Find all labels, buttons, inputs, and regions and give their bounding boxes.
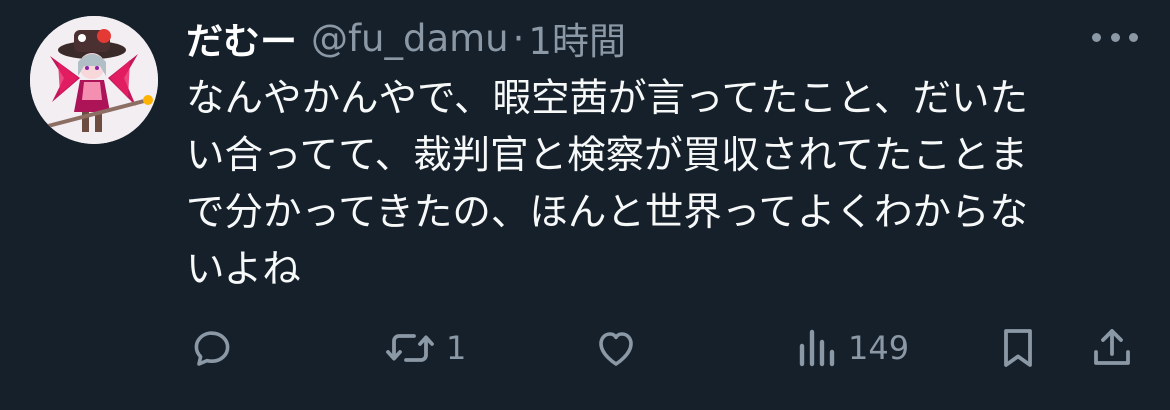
views-button[interactable]: 149 xyxy=(794,318,909,378)
views-count: 149 xyxy=(848,329,910,367)
tweet-text-line: いよね xyxy=(186,247,301,292)
more-dot-icon xyxy=(1092,32,1101,42)
action-bar: 1 149 xyxy=(0,318,1170,378)
tweet-text-line: い合ってて、裁判官と検察が買収されてたことま xyxy=(186,133,1028,178)
tweet[interactable]: だむー @fu_damu · 1時間 なんやかんやで、暇空茜が言ってたこと、だい… xyxy=(0,0,1170,410)
more-dot-icon xyxy=(1110,32,1120,42)
like-button[interactable] xyxy=(592,318,650,378)
bookmark-icon xyxy=(1004,329,1032,367)
repost-count: 1 xyxy=(446,329,467,367)
user-handle[interactable]: @fu_damu xyxy=(311,17,509,60)
separator-dot: · xyxy=(512,16,525,60)
more-dot-icon xyxy=(1129,32,1138,42)
tweet-header: だむー @fu_damu · 1時間 xyxy=(186,10,626,66)
reply-button[interactable] xyxy=(188,318,246,378)
bookmark-button[interactable] xyxy=(996,318,1040,378)
share-icon xyxy=(1094,329,1130,365)
avatar[interactable] xyxy=(30,16,158,144)
repost-button[interactable]: 1 xyxy=(384,318,466,378)
share-button[interactable] xyxy=(1088,318,1136,378)
heart-icon xyxy=(599,332,633,366)
reply-icon xyxy=(194,331,230,366)
avatar-image xyxy=(30,16,158,144)
tweet-text-line: なんやかんやで、暇空茜が言ってたこと、だいた xyxy=(186,76,1028,121)
repost-icon xyxy=(386,334,434,362)
tweet-text: なんやかんやで、暇空茜が言ってたこと、だいた い合ってて、裁判官と検察が買収され… xyxy=(186,70,1130,298)
display-name[interactable]: だむー xyxy=(186,11,297,65)
timestamp[interactable]: 1時間 xyxy=(528,11,626,65)
more-options-button[interactable] xyxy=(1092,22,1138,52)
views-icon xyxy=(799,329,835,367)
tweet-text-line: で分かってきたの、ほんと世界ってよくわからな xyxy=(186,190,1028,235)
